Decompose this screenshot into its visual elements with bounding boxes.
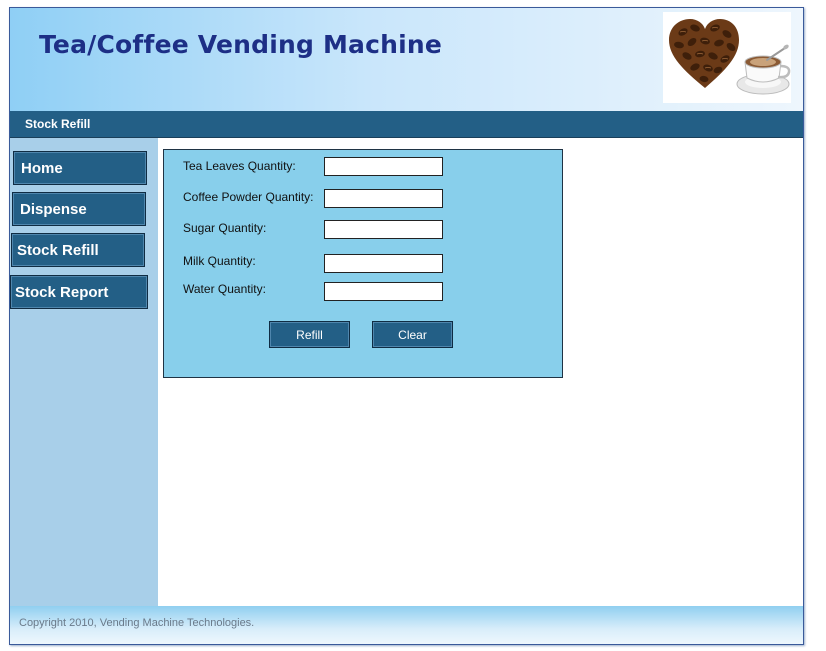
sugar-label: Sugar Quantity:: [183, 221, 267, 235]
nav-home-button[interactable]: Home: [13, 151, 147, 185]
coffee-powder-input[interactable]: [324, 189, 443, 208]
nav-stock-refill-button[interactable]: Stock Refill: [11, 233, 145, 267]
section-title: Stock Refill: [25, 117, 91, 131]
milk-input[interactable]: [324, 254, 443, 273]
nav-stock-report-button[interactable]: Stock Report: [10, 275, 148, 309]
nav-dispense-button[interactable]: Dispense: [12, 192, 146, 226]
stock-refill-form: Tea Leaves Quantity: Coffee Powder Quant…: [163, 149, 563, 378]
app-window: Tea/Coffee Vending Machine Stock Refill …: [9, 7, 804, 645]
header: Tea/Coffee Vending Machine: [10, 8, 803, 112]
app-title: Tea/Coffee Vending Machine: [39, 30, 443, 59]
water-input[interactable]: [324, 282, 443, 301]
clear-button[interactable]: Clear: [372, 321, 453, 348]
milk-label: Milk Quantity:: [183, 254, 256, 268]
sidebar: Home Dispense Stock Refill Stock Report: [10, 138, 158, 606]
refill-button[interactable]: Refill: [269, 321, 350, 348]
tea-leaves-label: Tea Leaves Quantity:: [183, 159, 296, 173]
coffee-heart-logo: [663, 12, 791, 103]
footer: Copyright 2010, Vending Machine Technolo…: [10, 606, 803, 644]
section-bar: Stock Refill: [10, 111, 803, 138]
tea-leaves-input[interactable]: [324, 157, 443, 176]
copyright-text: Copyright 2010, Vending Machine Technolo…: [19, 617, 255, 629]
sugar-input[interactable]: [324, 220, 443, 239]
coffee-powder-label: Coffee Powder Quantity:: [183, 190, 314, 204]
coffee-heart-logo-art: [669, 19, 791, 95]
water-label: Water Quantity:: [183, 282, 266, 296]
